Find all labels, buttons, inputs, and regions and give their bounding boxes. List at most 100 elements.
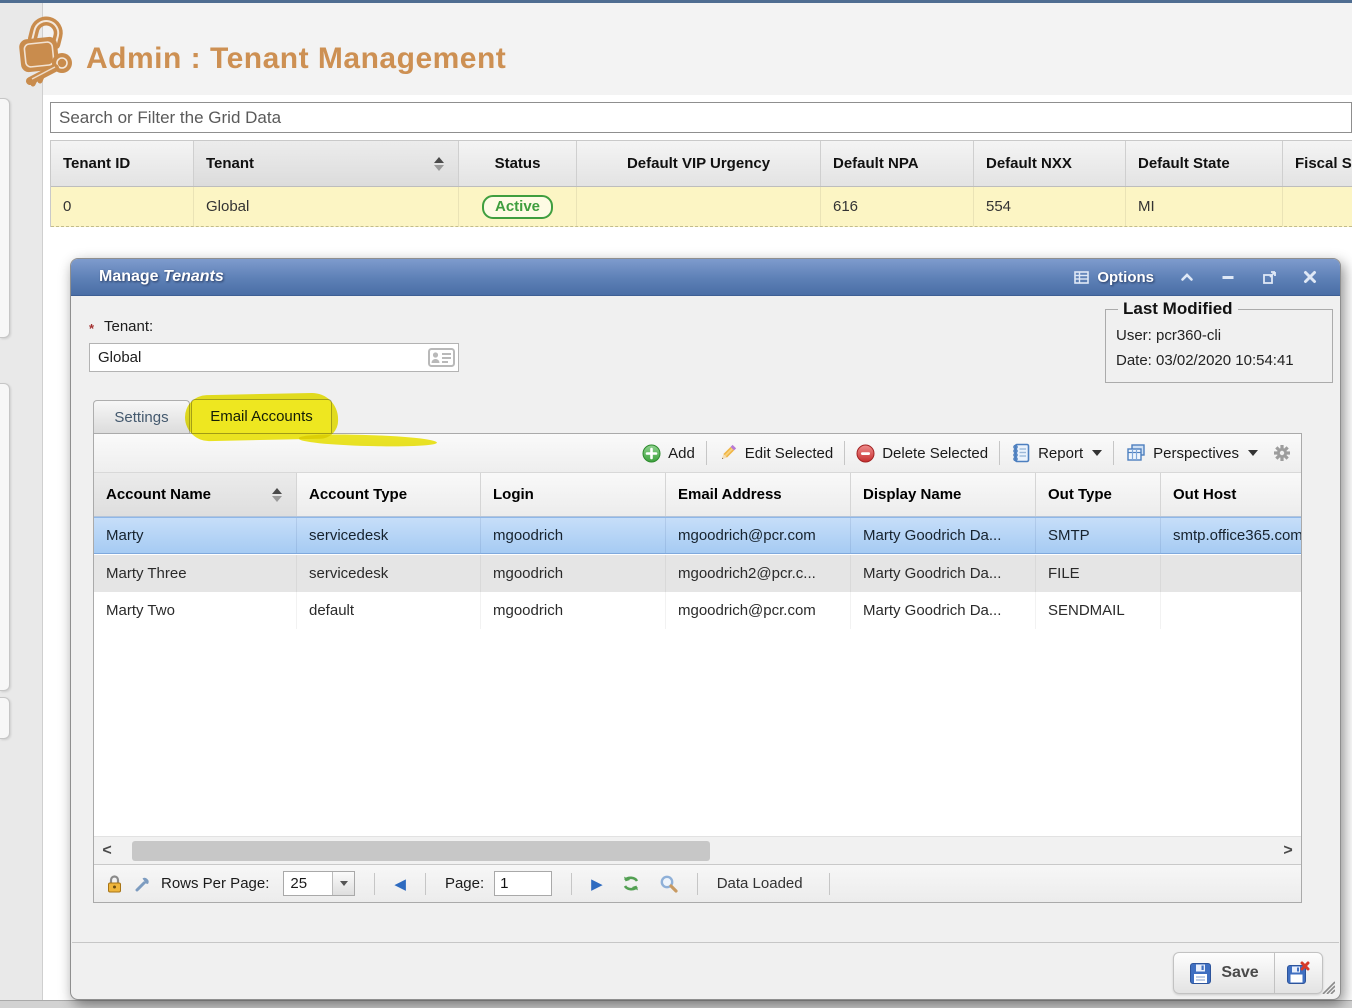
collapsed-panel-tab[interactable]: [0, 697, 10, 739]
resize-grip[interactable]: [1317, 976, 1335, 994]
options-button[interactable]: Options: [1074, 269, 1154, 286]
account-row-marty-three[interactable]: Marty Three servicedesk mgoodrich mgoodr…: [94, 555, 1301, 592]
padlock-key-logo-icon: [12, 8, 78, 90]
cell-display-name: Marty Goodrich Da...: [851, 518, 1036, 553]
scroll-right-arrow[interactable]: >: [1279, 840, 1297, 862]
cell-login: mgoodrich: [481, 518, 666, 553]
dialog-titlebar[interactable]: Manage Tenants Options: [71, 259, 1340, 296]
column-header-tenant-id[interactable]: Tenant ID: [51, 141, 194, 186]
add-plus-icon: [642, 444, 661, 463]
cell-fiscal: [1283, 187, 1352, 226]
dialog-title: Manage Tenants: [99, 268, 224, 286]
horizontal-scrollbar[interactable]: < >: [94, 836, 1301, 864]
tenant-row-global[interactable]: 0 Global Active 616 554 MI: [51, 187, 1352, 227]
account-row-marty[interactable]: Marty servicedesk mgoodrich mgoodrich@pc…: [94, 517, 1301, 554]
email-accounts-panel: Add Edit Selected Delete Selected Report: [93, 433, 1302, 903]
page-bottom-strip: [0, 1000, 1352, 1008]
minus-icon: [1221, 270, 1235, 284]
edit-selected-button[interactable]: Edit Selected: [718, 443, 833, 463]
previous-page-button[interactable]: ◀: [394, 875, 406, 893]
cell-account-type: servicedesk: [297, 518, 481, 553]
next-page-button[interactable]: ▶: [591, 875, 603, 893]
column-header-status[interactable]: Status: [459, 141, 577, 186]
cell-status: Active: [459, 187, 577, 226]
column-header-email-address[interactable]: Email Address: [666, 473, 851, 516]
chevron-down-icon[interactable]: [332, 872, 354, 895]
tenant-field[interactable]: Global: [89, 343, 459, 372]
last-modified-user: User: pcr360-cli: [1116, 323, 1332, 348]
page-number-input[interactable]: [494, 871, 552, 896]
delete-minus-icon: [856, 444, 875, 463]
cell-account-type: default: [297, 592, 481, 629]
page-title: Admin : Tenant Management: [86, 42, 506, 76]
wrench-icon: [133, 875, 151, 893]
perspectives-stacked-tables-icon: [1125, 443, 1146, 463]
column-header-default-npa[interactable]: Default NPA: [821, 141, 974, 186]
save-button[interactable]: Save: [1174, 953, 1274, 993]
cell-out-host: [1161, 555, 1301, 592]
tools-button[interactable]: [133, 875, 151, 893]
gear-icon: [1273, 444, 1291, 462]
close-button[interactable]: [1302, 269, 1318, 285]
column-header-default-vip-urgency[interactable]: Default VIP Urgency: [577, 141, 821, 186]
cell-tenant-id: 0: [51, 187, 194, 226]
column-header-login[interactable]: Login: [481, 473, 666, 516]
column-header-tenant[interactable]: Tenant: [194, 141, 459, 186]
caret-down-icon: [1092, 450, 1102, 456]
column-header-display-name[interactable]: Display Name: [851, 473, 1036, 516]
column-header-default-nxx[interactable]: Default NXX: [974, 141, 1126, 186]
cell-display-name: Marty Goodrich Da...: [851, 592, 1036, 629]
search-grid-button[interactable]: [659, 874, 678, 893]
column-header-out-type[interactable]: Out Type: [1036, 473, 1161, 516]
cell-email-address: mgoodrich@pcr.com: [666, 518, 851, 553]
caret-down-icon: [1248, 450, 1258, 456]
magnifier-icon: [659, 874, 678, 893]
cell-out-host: [1161, 592, 1301, 629]
page-label: Page:: [445, 875, 484, 892]
collapsed-panel-tab[interactable]: [0, 98, 10, 338]
close-icon: [1303, 270, 1317, 284]
perspectives-button[interactable]: Perspectives: [1125, 443, 1258, 463]
collapse-button[interactable]: [1179, 269, 1195, 285]
cell-default-vip-urgency: [577, 187, 821, 226]
column-header-account-name[interactable]: Account Name: [94, 473, 297, 516]
lock-icon: [106, 875, 123, 893]
tenant-picker-button[interactable]: [424, 344, 458, 371]
collapsed-panel-tab[interactable]: [0, 383, 10, 691]
report-button[interactable]: Report: [1011, 443, 1102, 463]
save-and-close-button[interactable]: [1275, 953, 1322, 993]
refresh-button[interactable]: [621, 874, 641, 893]
cell-account-name: Marty Three: [94, 555, 297, 592]
column-header-out-host[interactable]: Out Host: [1161, 473, 1301, 516]
scrollbar-thumb[interactable]: [132, 841, 710, 861]
add-button[interactable]: Add: [642, 444, 695, 463]
column-header-fiscal[interactable]: Fiscal S: [1283, 141, 1352, 186]
grid-settings-button[interactable]: [1273, 444, 1291, 462]
tab-email-accounts[interactable]: Email Accounts: [191, 399, 332, 433]
footer-divider: [72, 942, 1339, 943]
last-modified-date: Date: 03/02/2020 10:54:41: [1116, 348, 1332, 373]
chevron-up-icon: [1180, 270, 1194, 284]
tenant-grid-header: Tenant ID Tenant Status Default VIP Urge…: [51, 140, 1352, 187]
refresh-icon: [621, 874, 641, 893]
minimize-button[interactable]: [1220, 269, 1236, 285]
rows-per-page-value: 25: [284, 872, 332, 895]
table-grid-icon: [1074, 271, 1089, 284]
rows-per-page-select[interactable]: 25: [283, 871, 355, 896]
tab-settings[interactable]: Settings: [93, 400, 190, 433]
last-modified-legend: Last Modified: [1118, 299, 1238, 319]
grid-search-input[interactable]: [50, 102, 1352, 133]
report-notebook-icon: [1011, 443, 1031, 463]
collapsed-side-rail: [0, 3, 42, 1000]
cell-out-type: SENDMAIL: [1036, 592, 1161, 629]
column-header-account-type[interactable]: Account Type: [297, 473, 481, 516]
last-modified-box: Last Modified User: pcr360-cli Date: 03/…: [1105, 299, 1333, 383]
scroll-left-arrow[interactable]: <: [98, 840, 116, 862]
delete-selected-button[interactable]: Delete Selected: [856, 444, 988, 463]
popout-button[interactable]: [1261, 269, 1277, 285]
account-row-marty-two[interactable]: Marty Two default mgoodrich mgoodrich@pc…: [94, 592, 1301, 629]
lock-button[interactable]: [106, 875, 123, 893]
column-header-default-state[interactable]: Default State: [1126, 141, 1283, 186]
cell-login: mgoodrich: [481, 555, 666, 592]
save-close-floppy-x-icon: [1286, 961, 1311, 985]
